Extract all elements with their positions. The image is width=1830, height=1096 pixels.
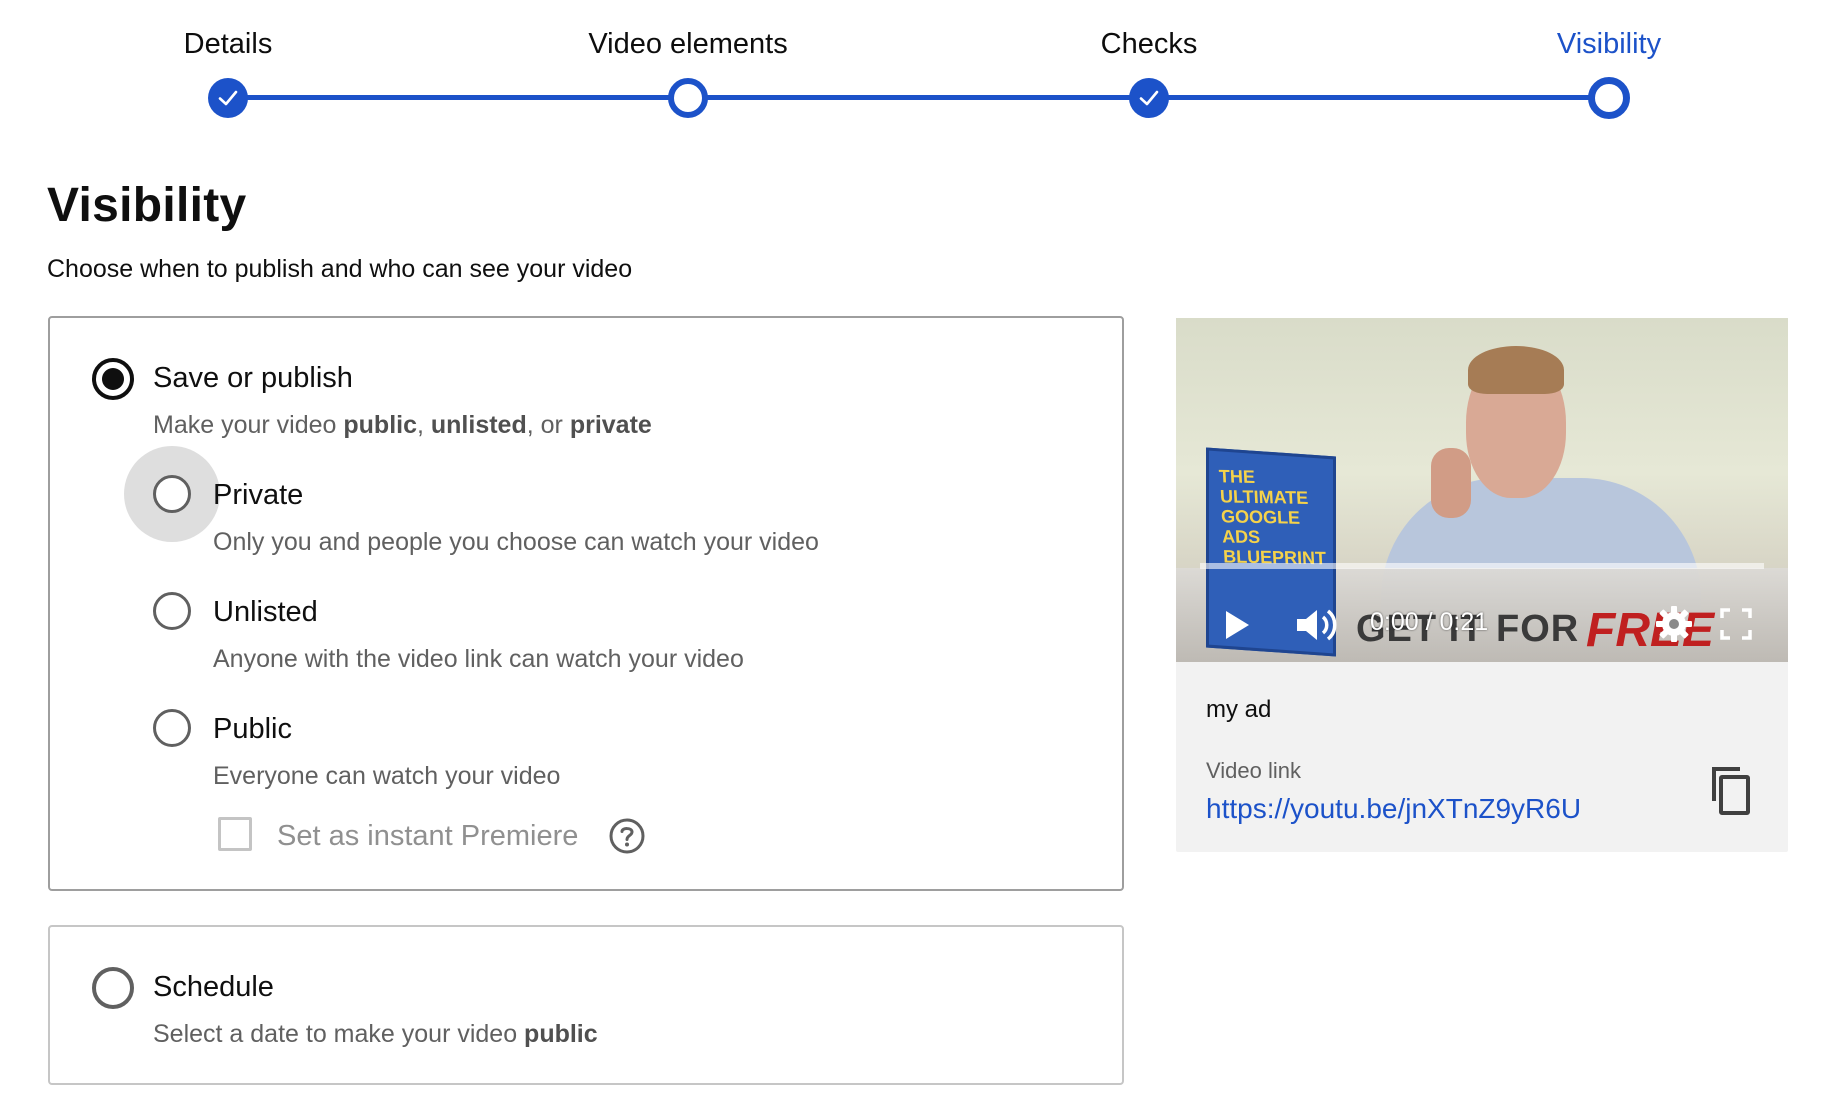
video-progress-bar[interactable] <box>1200 563 1764 569</box>
step-node-checks[interactable] <box>1129 78 1169 118</box>
public-label[interactable]: Public <box>213 713 292 746</box>
private-label[interactable]: Private <box>213 479 303 512</box>
settings-icon[interactable] <box>1654 604 1694 644</box>
step-node-details[interactable] <box>208 78 248 118</box>
page-subtitle: Choose when to publish and who can see y… <box>47 255 633 283</box>
step-node-video-elements[interactable] <box>668 78 708 118</box>
video-link-label: Video link <box>1206 758 1301 783</box>
unlisted-description: Anyone with the video link can watch you… <box>213 645 744 673</box>
video-time: 0:00 / 0:21 <box>1370 608 1489 636</box>
private-radio[interactable] <box>153 475 191 513</box>
unlisted-radio[interactable] <box>153 592 191 630</box>
save-or-publish-card[interactable]: Save or publish Make your video public, … <box>48 316 1124 891</box>
video-title: my ad <box>1206 696 1272 723</box>
desc-public: public <box>343 411 417 439</box>
instant-premiere-label[interactable]: Set as instant Premiere <box>277 820 578 853</box>
video-frame-person-hair <box>1468 346 1564 394</box>
public-description: Everyone can watch your video <box>213 762 561 790</box>
book-title: THE ULTIMATE GOOGLE ADS BLUEPRINT <box>1218 466 1327 569</box>
copy-icon[interactable] <box>1706 763 1756 819</box>
step-label-visibility[interactable]: Visibility <box>1557 28 1661 61</box>
step-label-video-elements[interactable]: Video elements <box>588 28 787 61</box>
video-preview-panel: THE ULTIMATE GOOGLE ADS BLUEPRINT GET IT… <box>1176 318 1788 852</box>
unlisted-label[interactable]: Unlisted <box>213 596 318 629</box>
video-player[interactable]: THE ULTIMATE GOOGLE ADS BLUEPRINT GET IT… <box>1176 318 1788 662</box>
step-node-visibility[interactable] <box>1588 77 1630 119</box>
check-icon <box>1139 90 1159 106</box>
page-title: Visibility <box>47 179 247 232</box>
step-label-checks[interactable]: Checks <box>1101 28 1198 61</box>
instant-premiere-checkbox[interactable] <box>218 817 252 851</box>
schedule-radio[interactable] <box>92 967 134 1009</box>
desc-unlisted: unlisted <box>430 411 527 439</box>
fullscreen-icon[interactable] <box>1718 606 1754 642</box>
desc-text: Select a date to make your video <box>153 1020 525 1048</box>
desc-text: , or <box>526 411 570 439</box>
desc-text: , <box>416 411 431 439</box>
volume-icon[interactable] <box>1294 606 1342 644</box>
banner-free-text: FREE <box>1586 604 1715 657</box>
step-label-details[interactable]: Details <box>184 28 273 61</box>
help-icon[interactable] <box>607 816 647 856</box>
private-description: Only you and people you choose can watch… <box>213 528 819 556</box>
public-radio[interactable] <box>153 709 191 747</box>
desc-public: public <box>524 1020 598 1048</box>
save-or-publish-description: Make your video public, unlisted, or pri… <box>153 411 652 440</box>
schedule-title[interactable]: Schedule <box>153 971 274 1004</box>
desc-private: private <box>569 411 652 439</box>
stepper-line <box>228 95 1611 100</box>
desc-text: Make your video <box>153 411 344 439</box>
schedule-card[interactable]: Schedule Select a date to make your vide… <box>48 925 1124 1085</box>
play-icon[interactable] <box>1222 608 1252 642</box>
check-icon <box>218 90 238 106</box>
video-frame-thumbs-up <box>1431 448 1471 518</box>
video-link[interactable]: https://youtu.be/jnXTnZ9yR6U <box>1206 793 1581 825</box>
save-or-publish-title[interactable]: Save or publish <box>153 362 353 395</box>
save-or-publish-radio[interactable] <box>92 358 134 400</box>
schedule-description: Select a date to make your video public <box>153 1020 598 1049</box>
progress-stepper: Details Video elements Checks Visibility <box>0 0 1830 130</box>
